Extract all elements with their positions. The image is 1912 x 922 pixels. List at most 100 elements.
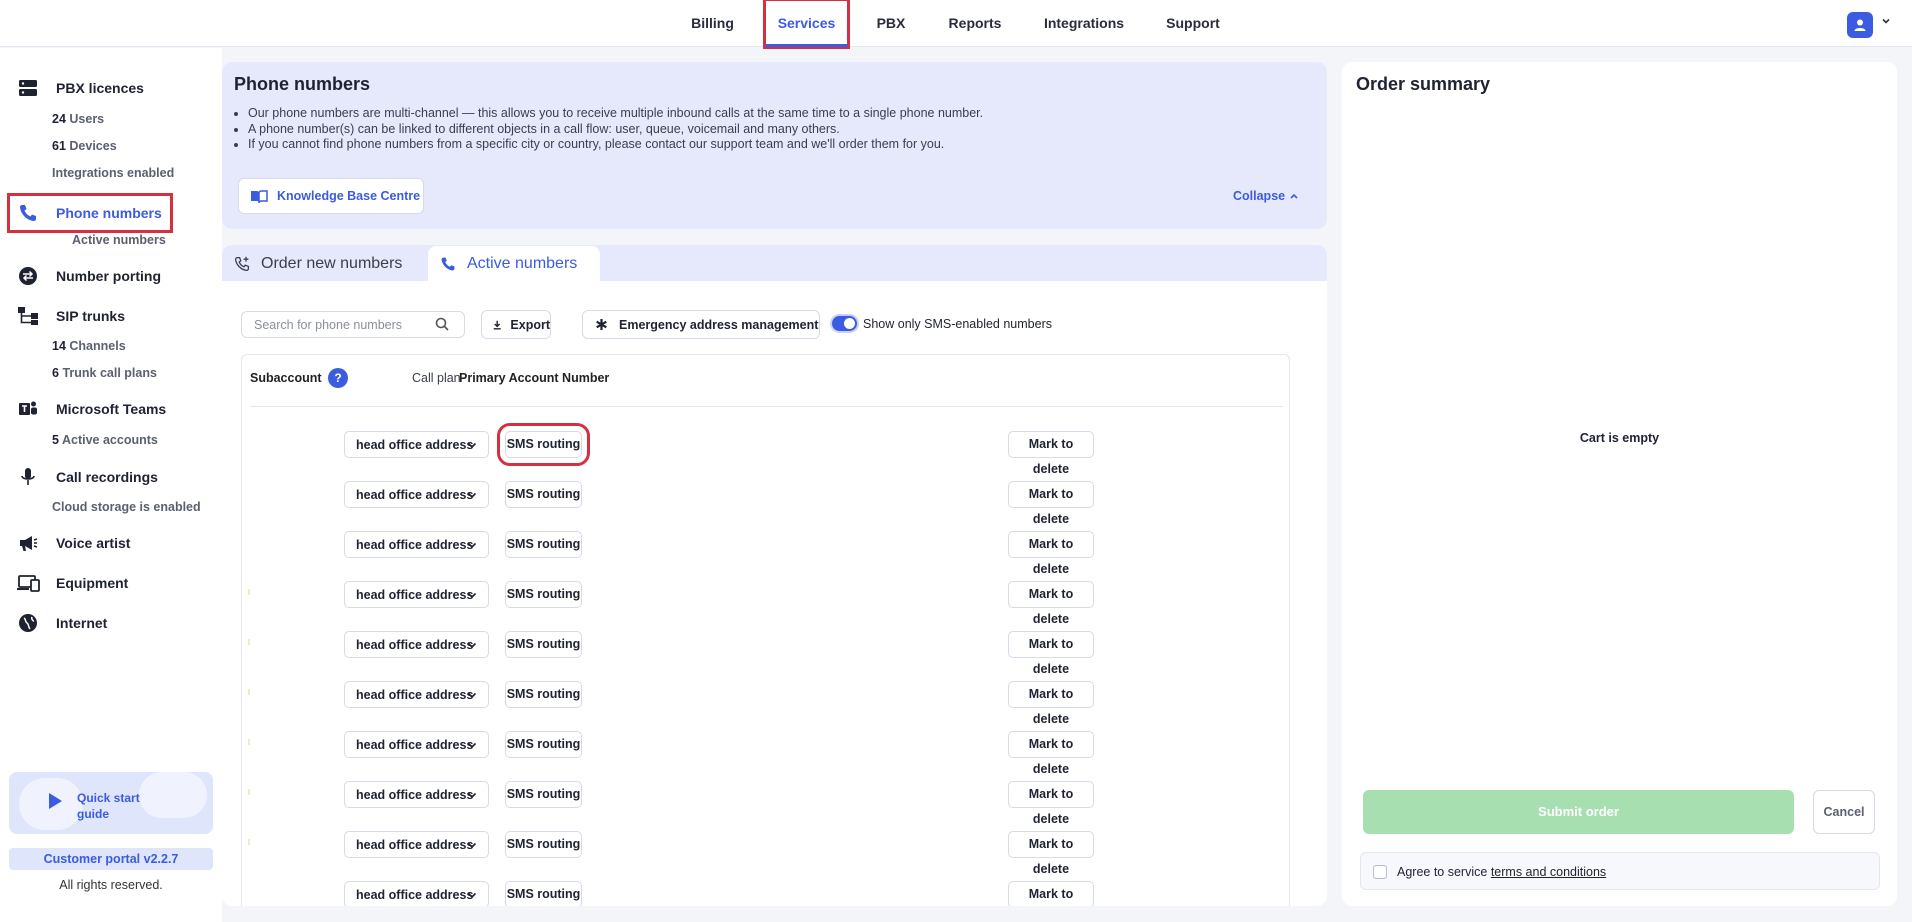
tab-order-new-numbers[interactable]: Order new numbers: [234, 246, 402, 281]
chevron-down-icon: [467, 742, 477, 749]
mark-to-delete-button[interactable]: Mark to delete: [1008, 481, 1094, 526]
page-title: Phone numbers: [234, 74, 371, 94]
channels-count[interactable]: 14 Channels: [52, 339, 126, 353]
submit-order-button[interactable]: Submit order: [1363, 790, 1794, 834]
agree-checkbox[interactable]: [1373, 865, 1387, 879]
terms-link[interactable]: terms and conditions: [1491, 865, 1606, 879]
sms-routing-button[interactable]: SMS routing: [505, 831, 582, 858]
active-numbers-content: Export Emergency address management Show…: [222, 281, 1327, 906]
portal-version[interactable]: Customer portal v2.2.7: [9, 848, 213, 870]
user-avatar[interactable]: [1847, 12, 1873, 38]
sms-routing-button[interactable]: SMS routing: [505, 681, 582, 708]
chevron-down-icon: [467, 492, 477, 499]
address-select[interactable]: head office address: [344, 631, 489, 658]
row-marker: [248, 789, 250, 795]
address-select-value: head office address: [356, 587, 474, 602]
quick-start-guide-card[interactable]: Quick start guide: [9, 772, 213, 834]
sidebar-item-microsoft-teams[interactable]: Microsoft Teams: [10, 392, 170, 426]
mark-to-delete-button[interactable]: Mark to delete: [1008, 781, 1094, 826]
chevron-down-icon: [467, 692, 477, 699]
sms-routing-button[interactable]: SMS routing: [505, 481, 582, 508]
address-select-value: head office address: [356, 637, 474, 652]
sms-routing-button[interactable]: SMS routing: [505, 631, 582, 658]
chevron-down-icon: [467, 642, 477, 649]
order-summary-title: Order summary: [1356, 74, 1491, 94]
mark-to-delete-button[interactable]: Mark to delete: [1008, 681, 1094, 726]
mark-to-delete-button[interactable]: Mark to delete: [1008, 531, 1094, 576]
chevron-down-icon[interactable]: [1881, 16, 1891, 26]
sms-routing-button[interactable]: SMS routing: [505, 781, 582, 808]
emergency-address-button[interactable]: Emergency address management: [582, 310, 820, 339]
nav-services[interactable]: Services: [763, 0, 850, 49]
sidebar-item-label: Number porting: [56, 268, 161, 284]
sidebar-item-number-porting[interactable]: Number porting: [10, 259, 170, 293]
chevron-up-icon: [1290, 193, 1298, 199]
mark-to-delete-button[interactable]: Mark to delete: [1008, 831, 1094, 876]
address-select[interactable]: head office address: [344, 881, 489, 906]
sms-routing-button[interactable]: SMS routing: [505, 731, 582, 758]
knowledge-base-button[interactable]: Knowledge Base Centre: [238, 178, 424, 214]
sidebar-item-label: Equipment: [56, 575, 129, 591]
address-select-value: head office address: [356, 887, 474, 902]
emergency-label: Emergency address management: [619, 317, 819, 332]
nav-integrations[interactable]: Integrations: [1040, 0, 1128, 47]
sms-routing-button[interactable]: SMS routing: [505, 581, 582, 608]
sms-enabled-toggle[interactable]: [832, 316, 857, 331]
chevron-down-icon: [467, 842, 477, 849]
book-icon: [251, 189, 268, 203]
sidebar-item-sip-trunks[interactable]: SIP trunks: [10, 299, 170, 333]
top-navigation-bar: Billing Services PBX Reports Integration…: [0, 0, 1912, 49]
agree-label: Agree to service terms and conditions: [1397, 865, 1606, 879]
phone-add-icon: [234, 256, 250, 271]
table-row: head office address SMS routing Mark to …: [242, 725, 1289, 776]
nav-support[interactable]: Support: [1163, 0, 1223, 47]
sms-routing-button[interactable]: SMS routing: [505, 531, 582, 558]
devices-count[interactable]: 61 Devices: [52, 139, 117, 153]
agree-prefix: Agree to service: [1397, 865, 1488, 879]
tab-label: Active numbers: [467, 254, 578, 272]
active-accounts-count[interactable]: 5 Active accounts: [52, 433, 158, 447]
address-select[interactable]: head office address: [344, 781, 489, 808]
address-select-value: head office address: [356, 487, 474, 502]
address-select[interactable]: head office address: [344, 831, 489, 858]
sidebar-item-voice-artist[interactable]: Voice artist: [10, 526, 170, 560]
address-select[interactable]: head office address: [344, 731, 489, 758]
address-select-value: head office address: [356, 837, 474, 852]
nav-reports[interactable]: Reports: [945, 0, 1005, 47]
address-select[interactable]: head office address: [344, 531, 489, 558]
tab-active-numbers[interactable]: Active numbers: [428, 246, 600, 281]
cloud-storage-status[interactable]: Cloud storage is enabled: [52, 500, 201, 514]
nav-pbx[interactable]: PBX: [872, 0, 910, 47]
address-select[interactable]: head office address: [344, 581, 489, 608]
collapse-button[interactable]: Collapse: [1233, 189, 1299, 203]
mark-to-delete-button[interactable]: Mark to delete: [1008, 631, 1094, 676]
mark-to-delete-button[interactable]: Mark to delete: [1008, 581, 1094, 626]
search-input[interactable]: [241, 311, 465, 338]
sidebar-item-internet[interactable]: Internet: [10, 606, 170, 640]
sms-routing-button[interactable]: SMS routing: [505, 881, 582, 906]
users-count[interactable]: 24 Users: [52, 112, 104, 126]
sms-routing-button[interactable]: SMS routing: [497, 423, 590, 466]
search-icon[interactable]: [435, 317, 449, 331]
mark-to-delete-button[interactable]: Mark to delete: [1008, 431, 1094, 476]
help-icon[interactable]: ?: [328, 368, 348, 388]
tab-label: Order new numbers: [261, 254, 403, 272]
sidebar-item-phone-numbers[interactable]: Phone numbers: [7, 193, 173, 233]
nav-billing[interactable]: Billing: [684, 0, 741, 47]
integrations-status[interactable]: Integrations enabled: [52, 166, 174, 180]
active-numbers-link[interactable]: Active numbers: [72, 233, 166, 247]
row-marker: [248, 639, 250, 645]
export-button[interactable]: Export: [481, 310, 551, 339]
sidebar-item-pbx-licences[interactable]: PBX licences: [10, 71, 170, 105]
address-select-value: head office address: [356, 437, 474, 452]
cancel-button[interactable]: Cancel: [1813, 790, 1875, 834]
address-select[interactable]: head office address: [344, 681, 489, 708]
address-select[interactable]: head office address: [344, 431, 489, 458]
sidebar-item-call-recordings[interactable]: Call recordings: [10, 460, 170, 494]
address-select[interactable]: head office address: [344, 481, 489, 508]
sidebar-item-equipment[interactable]: Equipment: [10, 566, 170, 600]
trunk-call-plans-count[interactable]: 6 Trunk call plans: [52, 366, 157, 380]
mark-to-delete-button[interactable]: Mark to delete: [1008, 881, 1094, 906]
swap-icon: [16, 264, 40, 288]
mark-to-delete-button[interactable]: Mark to delete: [1008, 731, 1094, 776]
